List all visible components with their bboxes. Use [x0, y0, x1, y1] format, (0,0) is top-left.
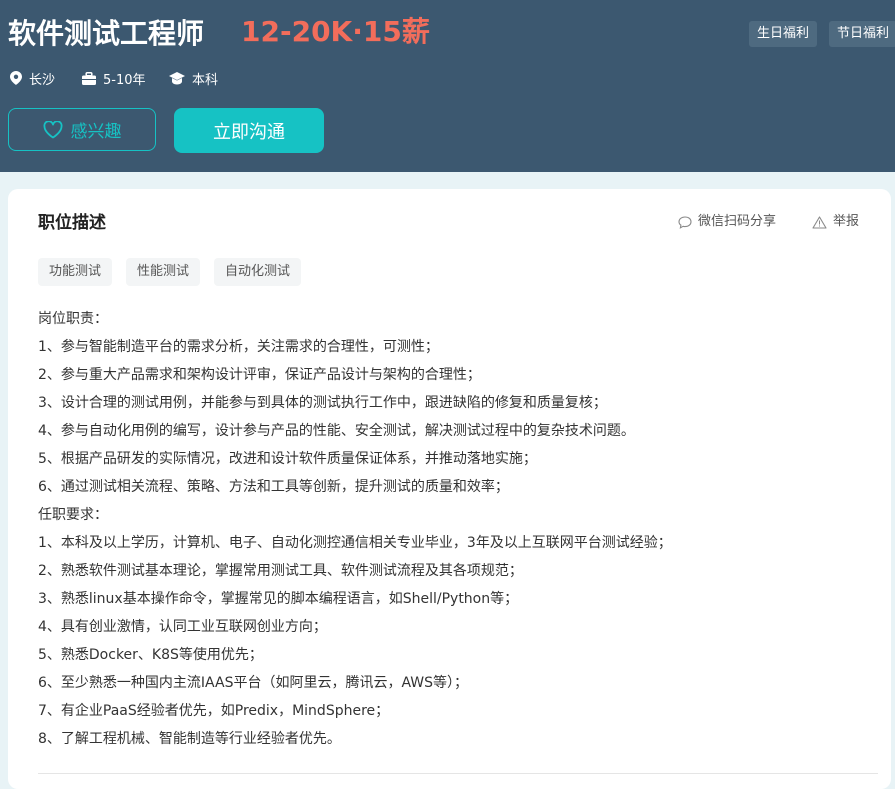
- description-line: 3、熟悉linux基本操作命令，掌握常见的脚本编程语言，如Shell/Pytho…: [38, 591, 519, 607]
- experience-label: 5-10年: [103, 72, 146, 88]
- benefit-tag-holiday: 节日福利: [829, 21, 895, 47]
- skill-tag-performance-testing: 性能测试: [126, 258, 201, 286]
- chat-bubble-icon: [678, 215, 692, 229]
- salary: 12-20K·15薪: [241, 15, 430, 48]
- benefit-tag-birthday: 生日福利: [749, 21, 818, 47]
- description-line: 岗位职责：: [38, 311, 108, 327]
- warning-triangle-icon: [812, 215, 827, 229]
- description-line: 2、参与重大产品需求和架构设计评审，保证产品设计与架构的合理性；: [38, 367, 481, 383]
- interested-label: 感兴趣: [70, 122, 122, 142]
- description-line: 7、有企业PaaS经验者优先，如Predix，MindSphere；: [38, 703, 390, 719]
- job-title: 软件测试工程师: [8, 17, 205, 50]
- chat-now-button[interactable]: 立即沟通: [174, 108, 324, 153]
- description-line: 5、根据产品研发的实际情况，改进和设计软件质量保证体系，并推动落地实施；: [38, 451, 537, 467]
- interested-button[interactable]: 感兴趣: [8, 108, 156, 151]
- divider: [38, 773, 878, 774]
- description-line: 5、熟悉Docker、K8S等使用优先；: [38, 647, 263, 663]
- heart-outline-icon: [43, 120, 62, 138]
- location-pin-icon: [10, 71, 22, 85]
- skill-tag-functional-testing: 功能测试: [38, 258, 113, 286]
- job-description-card: 职位描述 微信扫码分享 举报 功能测试 性能测试 自动化测试 岗位职责： 1、参…: [8, 189, 891, 789]
- skill-tag-automation-testing: 自动化测试: [214, 258, 302, 286]
- job-header: 软件测试工程师 12-20K·15薪 生日福利 节日福利 长沙 5-10年 本科…: [0, 0, 895, 172]
- education-label: 本科: [192, 72, 219, 88]
- job-city: 长沙: [10, 68, 55, 88]
- section-title: 职位描述: [38, 213, 106, 233]
- description-line: 2、熟悉软件测试基本理论，掌握常用测试工具、软件测试流程及其各项规范；: [38, 563, 523, 579]
- job-education: 本科: [169, 68, 218, 88]
- description-line: 8、了解工程机械、智能制造等行业经验者优先。: [38, 731, 341, 747]
- description-line: 6、通过测试相关流程、策略、方法和工具等创新，提升测试的质量和效率；: [38, 479, 509, 495]
- share-label: 微信扫码分享: [698, 214, 777, 229]
- description-line: 1、本科及以上学历，计算机、电子、自动化测控通信相关专业毕业，3年及以上互联网平…: [38, 535, 672, 551]
- description-line: 1、参与智能制造平台的需求分析，关注需求的合理性，可测性；: [38, 339, 439, 355]
- description-line: 3、设计合理的测试用例，并能参与到具体的测试执行工作中，跟进缺陷的修复和质量复核…: [38, 395, 607, 411]
- report-label: 举报: [833, 214, 860, 229]
- city-label: 长沙: [29, 72, 56, 88]
- job-description-text: 岗位职责： 1、参与智能制造平台的需求分析，关注需求的合理性，可测性； 2、参与…: [38, 309, 878, 757]
- description-line: 4、参与自动化用例的编写，设计参与产品的性能、安全测试，解决测试过程中的复杂技术…: [38, 423, 635, 439]
- briefcase-icon: [82, 71, 96, 85]
- graduation-cap-icon: [169, 71, 185, 84]
- description-line: 任职要求：: [38, 507, 108, 523]
- wechat-share-link[interactable]: 微信扫码分享: [678, 213, 776, 231]
- description-line: 4、具有创业激情，认同工业互联网创业方向；: [38, 619, 327, 635]
- report-link[interactable]: 举报: [812, 213, 859, 231]
- job-experience: 5-10年: [82, 68, 146, 88]
- description-line: 6、至少熟悉一种国内主流IAAS平台（如阿里云，腾讯云，AWS等）；: [38, 675, 469, 691]
